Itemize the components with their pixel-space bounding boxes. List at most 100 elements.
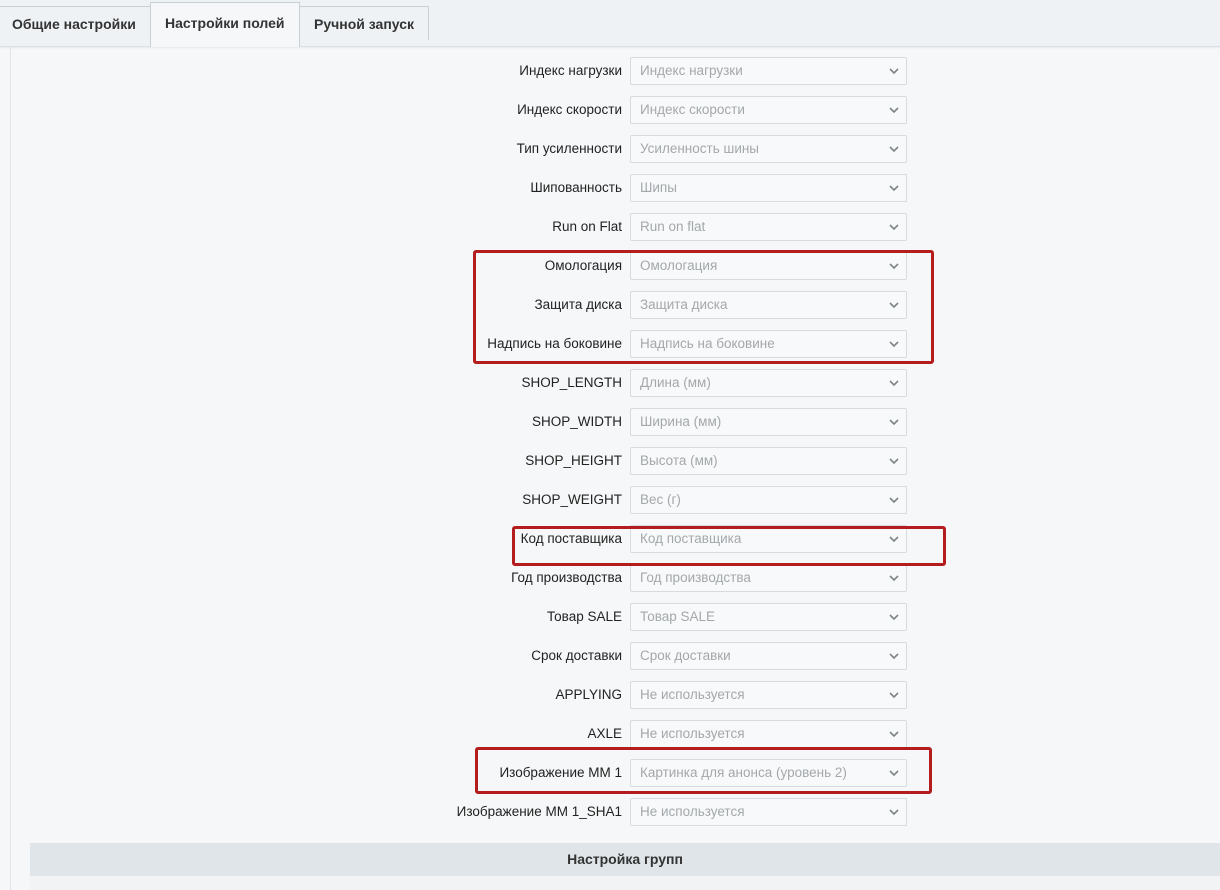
field-label: Код поставщика bbox=[520, 531, 622, 546]
chevron-down-icon bbox=[889, 68, 899, 75]
field-select[interactable]: Ширина (мм) bbox=[630, 408, 907, 436]
field-select[interactable]: Run on flat bbox=[630, 213, 907, 241]
chevron-down-icon bbox=[889, 224, 899, 231]
field-label: SHOP_LENGTH bbox=[521, 375, 622, 390]
tab-bar: Общие настройки Настройки полей Ручной з… bbox=[0, 0, 1220, 47]
chevron-down-icon bbox=[889, 731, 899, 738]
field-row: Тип усиленности Усиленность шины bbox=[0, 135, 1220, 163]
field-select-value: Шипы bbox=[640, 180, 677, 195]
chevron-down-icon bbox=[889, 458, 899, 465]
chevron-down-icon bbox=[889, 419, 899, 426]
field-label: Индекс скорости bbox=[517, 102, 622, 117]
settings-page: Общие настройки Настройки полей Ручной з… bbox=[0, 0, 1220, 890]
chevron-down-icon bbox=[889, 770, 899, 777]
field-select[interactable]: Высота (мм) bbox=[630, 447, 907, 475]
field-select[interactable]: Надпись на боковине bbox=[630, 330, 907, 358]
chevron-down-icon bbox=[889, 809, 899, 816]
field-row: Изображение MM 1_SHA1 Не используется bbox=[0, 798, 1220, 826]
field-select[interactable]: Не используется bbox=[630, 720, 907, 748]
field-select-value: Год производства bbox=[640, 570, 751, 585]
field-select[interactable]: Вес (г) bbox=[630, 486, 907, 514]
field-select[interactable]: Код поставщика bbox=[630, 525, 907, 553]
field-select[interactable]: Защита диска bbox=[630, 291, 907, 319]
field-select-value: Ширина (мм) bbox=[640, 414, 722, 429]
field-label: Шипованность bbox=[530, 180, 622, 195]
field-label: Товар SALE bbox=[546, 609, 622, 624]
field-label: Год производства bbox=[511, 570, 622, 585]
field-row: Run on Flat Run on flat bbox=[0, 213, 1220, 241]
field-select-value: Высота (мм) bbox=[640, 453, 718, 468]
field-select[interactable]: Омологация bbox=[630, 252, 907, 280]
chevron-down-icon bbox=[889, 107, 899, 114]
field-select[interactable]: Усиленность шины bbox=[630, 135, 907, 163]
tab-general-settings[interactable]: Общие настройки bbox=[0, 6, 151, 40]
chevron-down-icon bbox=[889, 302, 899, 309]
group-settings-header[interactable]: Настройка групп bbox=[30, 843, 1220, 876]
field-select-value: Омологация bbox=[640, 258, 718, 273]
field-row: Срок доставки Срок доставки bbox=[0, 642, 1220, 670]
field-select[interactable]: Товар SALE bbox=[630, 603, 907, 631]
chevron-down-icon bbox=[889, 536, 899, 543]
field-row: SHOP_WIDTH Ширина (мм) bbox=[0, 408, 1220, 436]
field-select[interactable]: Год производства bbox=[630, 564, 907, 592]
field-label: Изображение MM 1 bbox=[499, 765, 622, 780]
field-select[interactable]: Индекс нагрузки bbox=[630, 57, 907, 85]
field-label: Защита диска bbox=[534, 297, 622, 312]
field-select-value: Вес (г) bbox=[640, 492, 681, 507]
field-select[interactable]: Длина (мм) bbox=[630, 369, 907, 397]
field-row: Товар SALE Товар SALE bbox=[0, 603, 1220, 631]
chevron-down-icon bbox=[889, 614, 899, 621]
tab-manual-run[interactable]: Ручной запуск bbox=[299, 6, 430, 40]
field-row: Индекс нагрузки Индекс нагрузки bbox=[0, 57, 1220, 85]
footer-strip bbox=[30, 876, 1220, 890]
field-select-value: Товар SALE bbox=[640, 609, 716, 624]
field-select[interactable]: Картинка для анонса (уровень 2) bbox=[630, 759, 907, 787]
field-select-value: Надпись на боковине bbox=[640, 336, 775, 351]
chevron-down-icon bbox=[889, 146, 899, 153]
field-select-value: Индекс скорости bbox=[640, 102, 745, 117]
field-row: Надпись на боковине Надпись на боковине bbox=[0, 330, 1220, 358]
field-select-value: Run on flat bbox=[640, 219, 706, 234]
field-select-value: Не используется bbox=[640, 726, 745, 741]
field-select[interactable]: Срок доставки bbox=[630, 642, 907, 670]
field-select-value: Усиленность шины bbox=[640, 141, 760, 156]
field-row: APPLYING Не используется bbox=[0, 681, 1220, 709]
field-label: Индекс нагрузки bbox=[519, 63, 622, 78]
field-select[interactable]: Индекс скорости bbox=[630, 96, 907, 124]
field-label: Срок доставки bbox=[531, 648, 622, 663]
field-row: SHOP_LENGTH Длина (мм) bbox=[0, 369, 1220, 397]
field-select[interactable]: Не используется bbox=[630, 681, 907, 709]
chevron-down-icon bbox=[889, 575, 899, 582]
chevron-down-icon bbox=[889, 692, 899, 699]
field-label: APPLYING bbox=[555, 687, 622, 702]
field-row: Шипованность Шипы bbox=[0, 174, 1220, 202]
chevron-down-icon bbox=[889, 341, 899, 348]
chevron-down-icon bbox=[889, 653, 899, 660]
field-select-value: Срок доставки bbox=[640, 648, 731, 663]
chevron-down-icon bbox=[889, 185, 899, 192]
chevron-down-icon bbox=[889, 497, 899, 504]
field-select-value: Код поставщика bbox=[640, 531, 742, 546]
chevron-down-icon bbox=[889, 263, 899, 270]
chevron-down-icon bbox=[889, 380, 899, 387]
field-label: SHOP_WEIGHT bbox=[522, 492, 622, 507]
field-select[interactable]: Не используется bbox=[630, 798, 907, 826]
field-row: SHOP_WEIGHT Вес (г) bbox=[0, 486, 1220, 514]
field-row: AXLE Не используется bbox=[0, 720, 1220, 748]
field-select-value: Не используется bbox=[640, 804, 745, 819]
field-row: Год производства Год производства bbox=[0, 564, 1220, 592]
field-row: SHOP_HEIGHT Высота (мм) bbox=[0, 447, 1220, 475]
field-select-value: Защита диска bbox=[640, 297, 728, 312]
field-select-value: Картинка для анонса (уровень 2) bbox=[640, 765, 847, 780]
field-label: Омологация bbox=[544, 258, 622, 273]
tab-field-settings[interactable]: Настройки полей bbox=[150, 2, 300, 47]
field-label: Run on Flat bbox=[552, 219, 622, 234]
field-select[interactable]: Шипы bbox=[630, 174, 907, 202]
field-label: SHOP_WIDTH bbox=[531, 414, 622, 429]
field-row: Индекс скорости Индекс скорости bbox=[0, 96, 1220, 124]
field-label: Изображение MM 1_SHA1 bbox=[456, 804, 622, 819]
field-label: SHOP_HEIGHT bbox=[525, 453, 622, 468]
field-label: AXLE bbox=[587, 726, 622, 741]
field-select-value: Индекс нагрузки bbox=[640, 63, 743, 78]
field-select-value: Не используется bbox=[640, 687, 745, 702]
